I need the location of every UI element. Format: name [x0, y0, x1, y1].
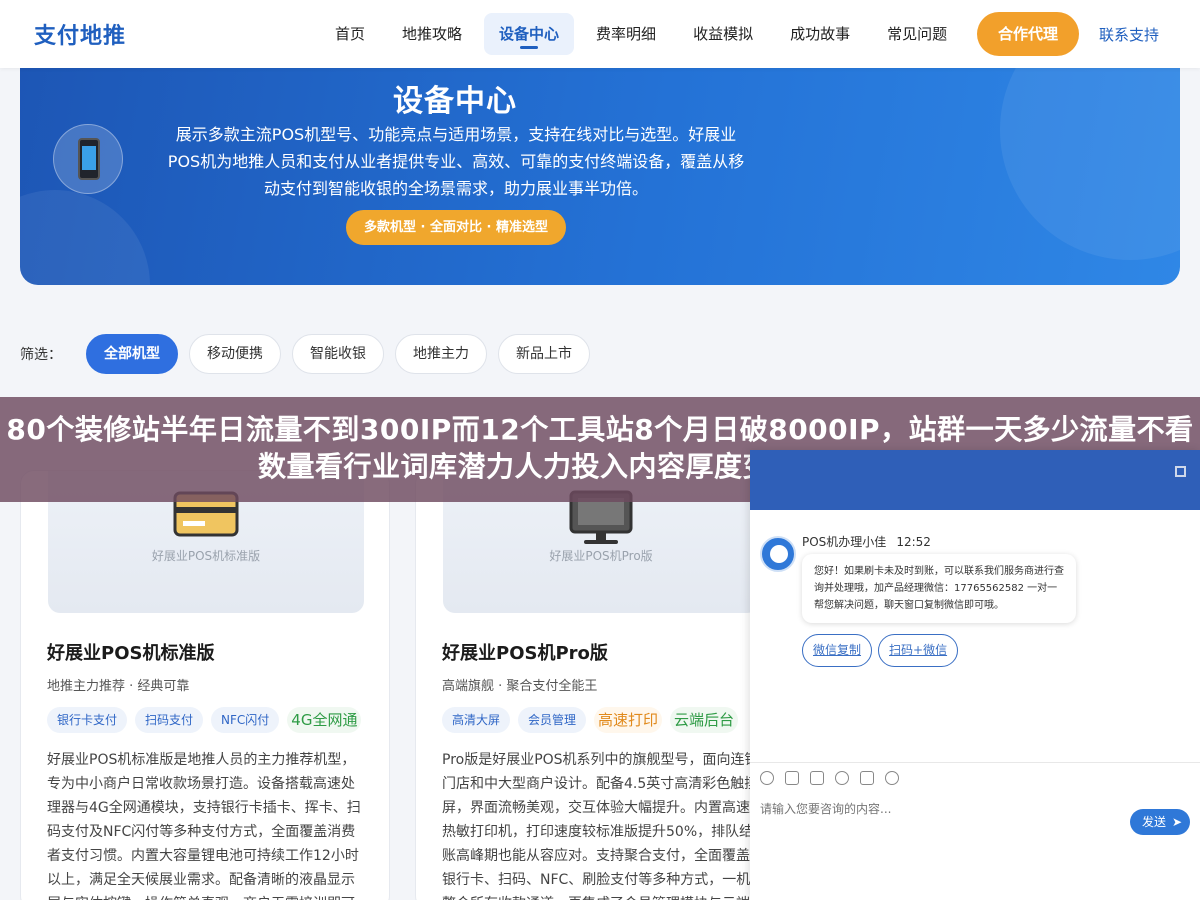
feature-tag: 高速打印 [594, 707, 663, 733]
copy-wechat-button[interactable]: 微信复制 [802, 634, 873, 667]
product-subtitle: 地推主力推荐 · 经典可靠 [47, 679, 190, 694]
hero-decor-circle [20, 190, 150, 285]
nav-device-center[interactable]: 设备中心 [484, 13, 575, 55]
rating-icon[interactable] [835, 771, 849, 785]
image-icon[interactable] [785, 771, 799, 785]
filter-label: 筛选： [20, 347, 62, 363]
product-tags: 银行卡支付 扫码支付 NFC闪付 4G全网通 [47, 707, 369, 733]
scan-wechat-button[interactable]: 扫码+微信 [878, 634, 959, 667]
feature-tag: 云端后台 [670, 707, 739, 733]
agent-avatar [760, 536, 796, 572]
nav-faq[interactable]: 常见问题 [872, 13, 962, 55]
feature-tag: 扫码支付 [135, 707, 204, 733]
agent-message: 您好！如果刷卡未及时到账，可以联系我们服务商进行查询并处理哦，加产品经理微信：1… [802, 554, 1076, 623]
filter-chip-smart[interactable]: 智能收银 [292, 334, 384, 374]
screenshot-icon[interactable] [810, 771, 824, 785]
nav-links: 首页 地推攻略 设备中心 费率明细 收益模拟 成功故事 常见问题 [320, 13, 969, 55]
product-image-label: 好展业POS机Pro版 [549, 549, 653, 563]
hero-banner: 设备中心 展示多款主流POS机型号、功能亮点与适用场景，支持在线对比与选型。好展… [20, 40, 1180, 285]
product-card-pro[interactable]: 好展业POS机Pro版 好展业POS机Pro版 高端旗舰 · 聚合支付全能王 高… [415, 470, 785, 900]
site-logo[interactable]: 支付地推 [34, 18, 126, 50]
agent-meta: POS机办理小佳 12:52 [802, 533, 931, 550]
nav-home[interactable]: 首页 [320, 13, 380, 55]
emoji-icon[interactable] [760, 771, 774, 785]
agent-name: POS机办理小佳 [802, 535, 887, 549]
chat-toolbar [750, 762, 1200, 793]
product-title[interactable]: 好展业POS机Pro版 [442, 639, 608, 665]
hero-description: 展示多款主流POS机型号、功能亮点与适用场景，支持在线对比与选型。好展业POS机… [167, 125, 745, 198]
nav-stories[interactable]: 成功故事 [775, 13, 865, 55]
chat-input[interactable] [760, 802, 1120, 816]
filter-chip-main[interactable]: 地推主力 [395, 334, 487, 374]
nav-rates[interactable]: 费率明细 [581, 13, 671, 55]
feature-tag: 会员管理 [518, 707, 587, 733]
product-title[interactable]: 好展业POS机标准版 [47, 639, 214, 665]
send-button[interactable]: 发送 [1130, 809, 1190, 835]
feature-tag: NFC闪付 [211, 707, 280, 733]
product-subtitle: 高端旗舰 · 聚合支付全能王 [442, 679, 598, 694]
product-card-standard[interactable]: 好展业POS机标准版 好展业POS机标准版 地推主力推荐 · 经典可靠 银行卡支… [20, 470, 390, 900]
feature-tag: 4G全网通 [287, 707, 362, 733]
phone-icon [53, 124, 123, 194]
wechat-icon[interactable] [885, 771, 899, 785]
filter-chip-all[interactable]: 全部机型 [86, 334, 178, 374]
message-time: 12:52 [896, 535, 931, 549]
partner-button[interactable]: 合作代理 [977, 12, 1079, 56]
product-image-label: 好展业POS机标准版 [151, 549, 261, 563]
top-navbar: 支付地推 首页 地推攻略 设备中心 费率明细 收益模拟 成功故事 常见问题 合作… [0, 0, 1200, 68]
product-description: Pro版是好展业POS机系列中的旗舰型号，面向连锁门店和中大型商户设计。配备4.… [442, 752, 759, 900]
nav-income-sim[interactable]: 收益模拟 [678, 13, 768, 55]
voice-icon[interactable] [860, 771, 874, 785]
nav-guide[interactable]: 地推攻略 [387, 13, 477, 55]
filter-bar: 筛选： 全部机型 移动便携 智能收银 地推主力 新品上市 [20, 334, 601, 374]
quick-reply-group: 微信复制 扫码+微信 [802, 634, 964, 667]
filter-chip-mobile[interactable]: 移动便携 [189, 334, 281, 374]
hero-title: 设备中心 [393, 84, 517, 119]
product-tags: 高清大屏 会员管理 高速打印 云端后台 [442, 707, 746, 733]
chat-widget: POS机办理小佳 12:52 您好！如果刷卡未及时到账，可以联系我们服务商进行查询… [750, 450, 1200, 900]
chat-header [750, 450, 1200, 510]
hero-decor-circle [1000, 40, 1180, 260]
feature-tag: 高清大屏 [442, 707, 511, 733]
feature-tag: 银行卡支付 [47, 707, 128, 733]
filter-chip-new[interactable]: 新品上市 [498, 334, 590, 374]
product-description: 好展业POS机标准版是地推人员的主力推荐机型，专为中小商户日常收款场景打造。设备… [47, 752, 361, 900]
support-link[interactable]: 联系支持 [1099, 24, 1159, 45]
hero-badge: 多款机型 · 全面对比 · 精准选型 [346, 210, 566, 245]
maximize-icon[interactable] [1175, 466, 1186, 477]
